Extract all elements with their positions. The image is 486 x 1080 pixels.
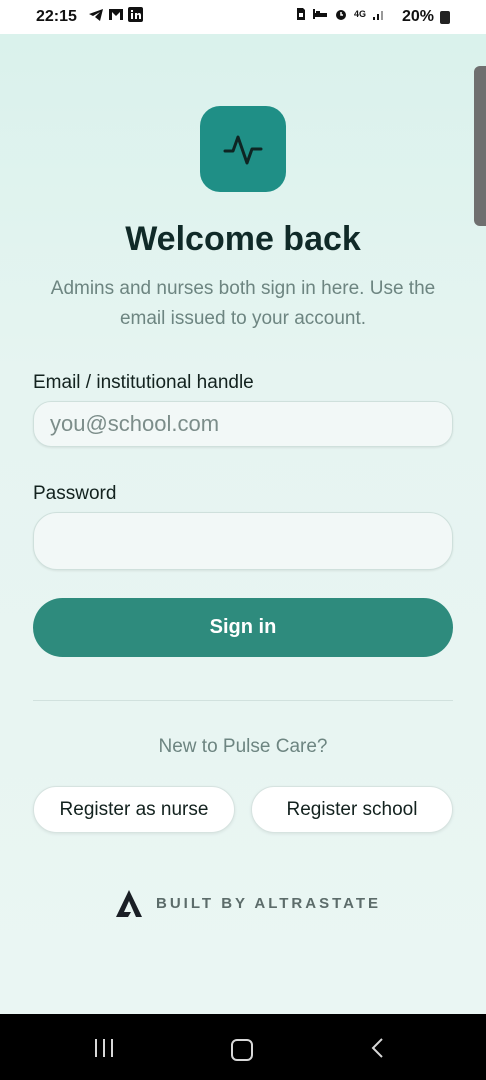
register-prompt: New to Pulse Care?: [158, 736, 328, 757]
back-icon[interactable]: [370, 1037, 384, 1059]
system-icons: 4G: [296, 7, 386, 21]
telegram-icon: [89, 8, 103, 21]
sleep-mode-icon: [312, 9, 327, 19]
sign-in-button[interactable]: Sign in: [33, 598, 453, 657]
navigation-bar: [0, 1014, 486, 1080]
scrollbar[interactable]: [474, 66, 486, 226]
email-label: Email / institutional handle: [33, 372, 254, 393]
password-label: Password: [33, 483, 117, 504]
built-by-text: BUILT BY ALTRASTATE: [156, 894, 382, 912]
linkedin-icon: [128, 7, 143, 22]
register-school-button[interactable]: Register school: [251, 786, 453, 833]
divider: [33, 700, 453, 701]
signal-icon: [373, 11, 383, 20]
sim-icon: [296, 8, 305, 20]
email-input[interactable]: [33, 401, 453, 447]
notification-icons: [88, 7, 143, 22]
alarm-icon: [335, 10, 346, 20]
pulse-icon: [223, 135, 263, 165]
register-nurse-button[interactable]: Register as nurse: [33, 786, 235, 833]
gmail-icon: [109, 9, 123, 20]
battery-percent: 20%: [401, 8, 434, 25]
status-bar: 22:15 4G 20%: [0, 0, 486, 34]
app-logo: [200, 106, 286, 192]
altrastate-logo-icon: [116, 890, 142, 917]
page-title: Welcome back: [125, 220, 361, 258]
password-input[interactable]: [33, 512, 453, 570]
built-by-footer: BUILT BY ALTRASTATE: [114, 888, 381, 918]
home-icon[interactable]: [231, 1039, 253, 1061]
status-time: 22:15: [36, 8, 77, 25]
battery-icon: [440, 11, 450, 24]
page-subtitle: Admins and nurses both sign in here. Use…: [50, 278, 436, 329]
recents-icon[interactable]: [95, 1039, 113, 1057]
network-type: 4G: [353, 9, 366, 19]
